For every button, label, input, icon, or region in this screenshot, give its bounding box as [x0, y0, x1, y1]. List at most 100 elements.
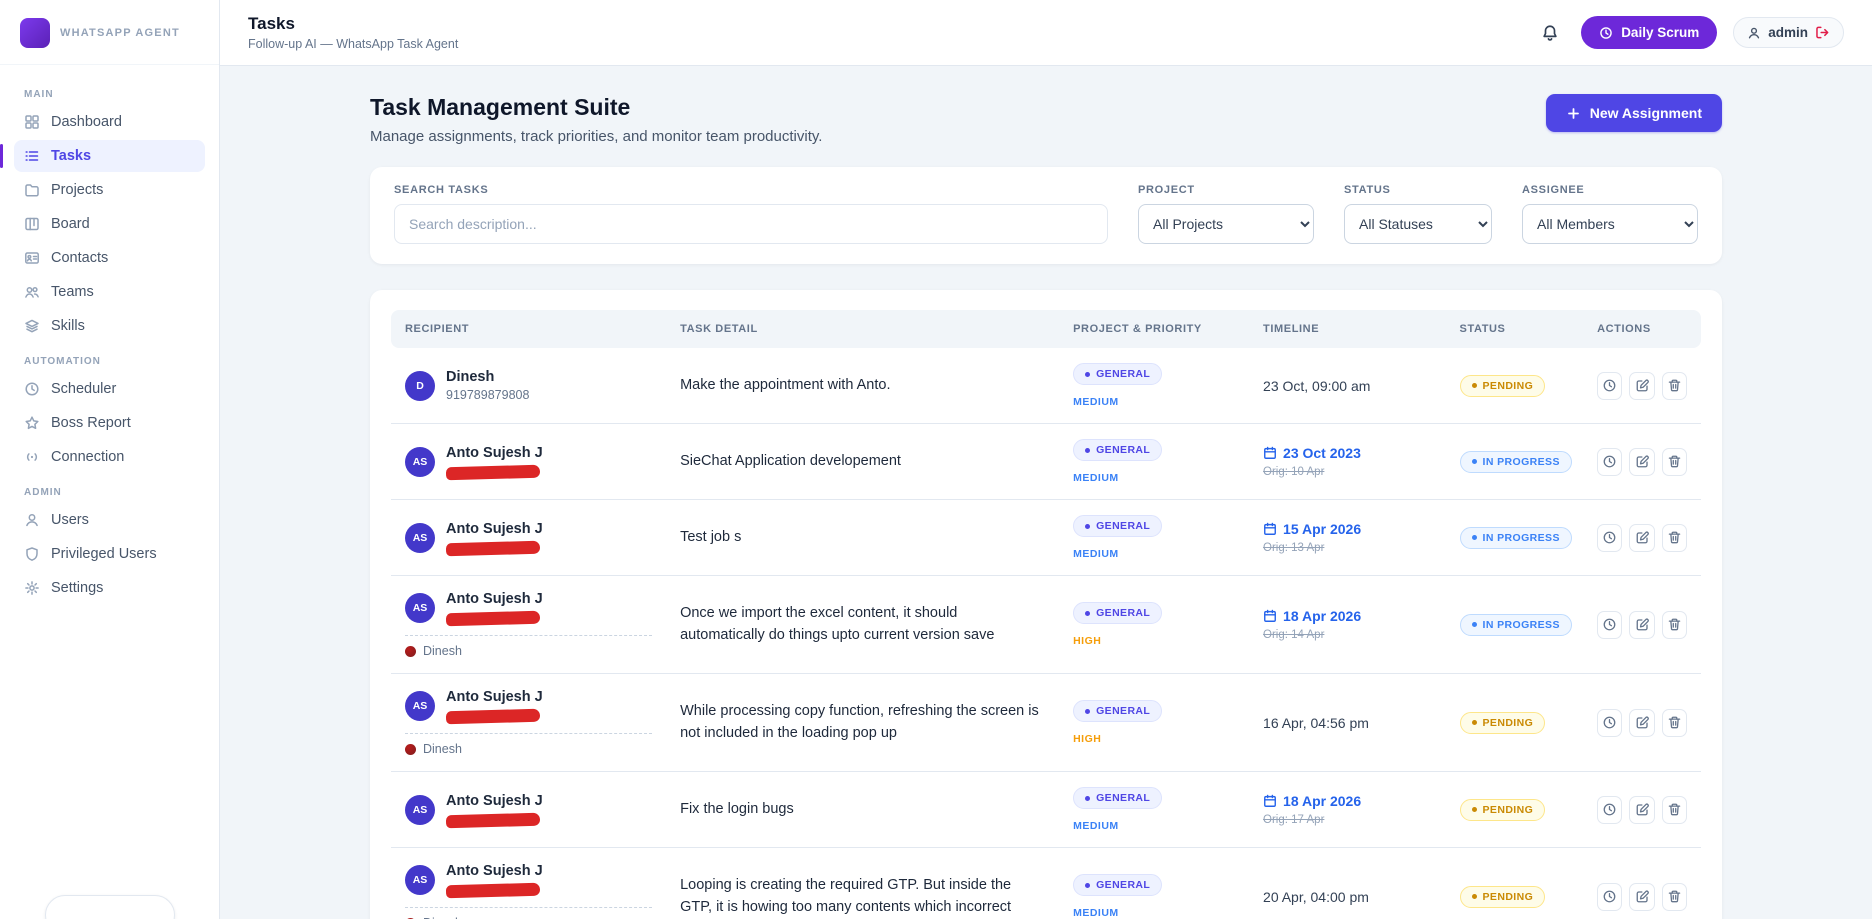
- layers-icon: [24, 318, 40, 334]
- assignee-filter-group: ASSIGNEE All Members: [1522, 184, 1698, 244]
- history-button[interactable]: [1597, 709, 1622, 737]
- history-button[interactable]: [1597, 796, 1622, 824]
- assignee-filter-select[interactable]: All Members: [1522, 204, 1698, 244]
- status-filter-group: STATUS All Statuses: [1344, 184, 1492, 244]
- bell-icon: [1541, 24, 1559, 42]
- edit-button[interactable]: [1629, 709, 1654, 737]
- delete-trash-icon: [1667, 530, 1682, 545]
- clock-icon: [1599, 26, 1613, 40]
- user-icon: [24, 512, 40, 528]
- notifications-button[interactable]: [1535, 18, 1565, 48]
- badge-dot-icon: [1472, 535, 1477, 540]
- sidebar-collapsed-widget[interactable]: [45, 895, 175, 919]
- sub-assignee-name: Dinesh: [423, 644, 462, 658]
- edit-button[interactable]: [1629, 524, 1654, 552]
- tasks-list-icon: [24, 148, 40, 164]
- sidebar-item-board[interactable]: Board: [14, 208, 205, 240]
- sub-assignee-name: Dinesh: [423, 742, 462, 756]
- history-button[interactable]: [1597, 372, 1622, 400]
- column-header: TASK DETAIL: [666, 310, 1059, 348]
- logout-icon[interactable]: [1815, 25, 1830, 40]
- tasks-table-card: RECIPIENTTASK DETAILPROJECT & PRIORITYTI…: [370, 290, 1722, 919]
- original-date: Orig: 10 Apr: [1263, 466, 1432, 478]
- page-title: Tasks: [248, 14, 458, 34]
- delete-button[interactable]: [1662, 524, 1687, 552]
- timeline-date: 15 Apr 2026: [1263, 521, 1432, 537]
- project-badge: GENERAL: [1073, 700, 1162, 722]
- history-button[interactable]: [1597, 448, 1622, 476]
- delete-button[interactable]: [1662, 611, 1687, 639]
- filters-card: SEARCH TASKS PROJECT All Projects STATUS…: [370, 167, 1722, 264]
- sidebar-item-connection[interactable]: Connection: [14, 441, 205, 473]
- delete-trash-icon: [1667, 802, 1682, 817]
- status-badge: IN PROGRESS: [1460, 451, 1572, 473]
- timeline-date: 23 Oct 2023: [1263, 445, 1432, 461]
- history-button[interactable]: [1597, 883, 1622, 911]
- table-row: AS Anto Sujesh J Dinesh While processing…: [391, 674, 1701, 772]
- status-badge: PENDING: [1460, 886, 1546, 908]
- sub-assignee-avatar-icon: [405, 744, 416, 755]
- table-row: AS Anto Sujesh J Test job s GENERAL MEDI…: [391, 500, 1701, 576]
- sidebar-item-teams[interactable]: Teams: [14, 276, 205, 308]
- timeline-date: 18 Apr 2026: [1263, 793, 1432, 809]
- task-detail: SieChat Application developement: [680, 451, 1045, 472]
- sidebar-item-tasks[interactable]: Tasks: [14, 140, 205, 172]
- team-users-icon: [24, 284, 40, 300]
- edit-button[interactable]: [1629, 883, 1654, 911]
- daily-scrum-button[interactable]: Daily Scrum: [1581, 16, 1717, 49]
- badge-dot-icon: [1472, 807, 1477, 812]
- edit-button[interactable]: [1629, 448, 1654, 476]
- priority-label: HIGH: [1073, 635, 1235, 647]
- signal-icon: [24, 449, 40, 465]
- sidebar-item-label: Users: [51, 512, 89, 528]
- sidebar-item-dashboard[interactable]: Dashboard: [14, 106, 205, 138]
- badge-dot-icon: [1085, 448, 1090, 453]
- history-button[interactable]: [1597, 524, 1622, 552]
- sidebar-item-users[interactable]: Users: [14, 504, 205, 536]
- edit-pencil-icon: [1635, 530, 1650, 545]
- edit-pencil-icon: [1635, 889, 1650, 904]
- sidebar-item-boss-report[interactable]: Boss Report: [14, 407, 205, 439]
- sidebar-item-skills[interactable]: Skills: [14, 310, 205, 342]
- redaction-mark: [446, 812, 540, 828]
- delete-trash-icon: [1667, 378, 1682, 393]
- sidebar-section-label: AUTOMATION: [24, 356, 195, 367]
- search-input[interactable]: [394, 204, 1108, 244]
- priority-label: HIGH: [1073, 733, 1235, 745]
- redaction-mark: [446, 611, 540, 627]
- timeline-date: 23 Oct, 09:00 am: [1263, 378, 1432, 394]
- badge-dot-icon: [1085, 372, 1090, 377]
- edit-button[interactable]: [1629, 796, 1654, 824]
- content-area: Task Management Suite Manage assignments…: [220, 66, 1872, 919]
- edit-button[interactable]: [1629, 611, 1654, 639]
- sidebar-item-scheduler[interactable]: Scheduler: [14, 373, 205, 405]
- delete-button[interactable]: [1662, 372, 1687, 400]
- badge-dot-icon: [1085, 709, 1090, 714]
- status-filter-select[interactable]: All Statuses: [1344, 204, 1492, 244]
- assignee-filter-label: ASSIGNEE: [1522, 184, 1698, 196]
- gear-icon: [24, 580, 40, 596]
- status-badge: PENDING: [1460, 799, 1546, 821]
- original-date: Orig: 13 Apr: [1263, 542, 1432, 554]
- sidebar-item-privileged-users[interactable]: Privileged Users: [14, 538, 205, 570]
- new-assignment-label: New Assignment: [1590, 105, 1702, 121]
- calendar-icon: [1263, 609, 1277, 623]
- project-filter-select[interactable]: All Projects: [1138, 204, 1314, 244]
- sidebar-item-contacts[interactable]: Contacts: [14, 242, 205, 274]
- task-detail: Test job s: [680, 527, 1045, 548]
- history-button[interactable]: [1597, 611, 1622, 639]
- delete-trash-icon: [1667, 617, 1682, 632]
- sidebar-item-settings[interactable]: Settings: [14, 572, 205, 604]
- redaction-mark: [446, 464, 540, 480]
- delete-button[interactable]: [1662, 448, 1687, 476]
- sidebar-item-projects[interactable]: Projects: [14, 174, 205, 206]
- delete-button[interactable]: [1662, 883, 1687, 911]
- edit-button[interactable]: [1629, 372, 1654, 400]
- delete-button[interactable]: [1662, 709, 1687, 737]
- sub-assignee: Dinesh: [405, 635, 652, 658]
- table-row: AS Anto Sujesh J Fix the login bugs GENE…: [391, 772, 1701, 848]
- admin-menu-button[interactable]: admin: [1733, 17, 1844, 48]
- recipient-name: Anto Sujesh J: [446, 793, 543, 809]
- new-assignment-button[interactable]: New Assignment: [1546, 94, 1722, 132]
- delete-button[interactable]: [1662, 796, 1687, 824]
